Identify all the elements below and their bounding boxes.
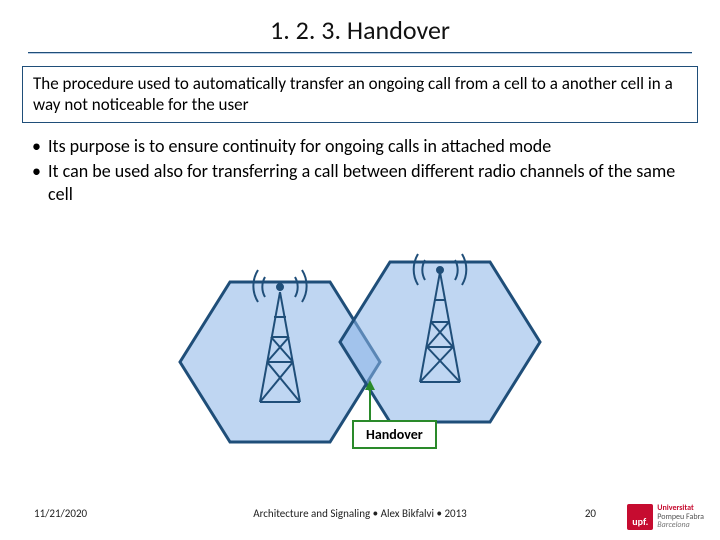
handover-label: Handover (352, 420, 437, 449)
logo-badge: upf. (627, 504, 653, 530)
definition-box: The procedure used to automatically tran… (22, 66, 698, 123)
list-item: • It can be used also for transferring a… (28, 160, 692, 207)
slide-title: 1. 2. 3. Handover (0, 0, 720, 46)
bullet-icon: • (28, 135, 48, 158)
footer-date: 11/21/2020 (34, 507, 87, 520)
footer-credits: Architecture and Signaling • Alex Bikfal… (0, 507, 720, 520)
logo-line: Barcelona (657, 521, 704, 529)
footer: 11/21/2020 Architecture and Signaling • … (0, 500, 720, 526)
upf-logo: upf. Universitat Pompeu Fabra Barcelona (627, 504, 704, 530)
list-item: • Its purpose is to ensure continuity fo… (28, 135, 692, 158)
bullet-list: • Its purpose is to ensure continuity fo… (28, 135, 692, 207)
bullet-text: Its purpose is to ensure continuity for … (48, 135, 692, 158)
page-number: 20 (585, 507, 596, 520)
bullet-icon: • (28, 160, 48, 207)
title-underline (28, 52, 692, 54)
slide: 1. 2. 3. Handover The procedure used to … (0, 0, 720, 540)
bullet-text: It can be used also for transferring a c… (48, 160, 692, 207)
logo-text: Universitat Pompeu Fabra Barcelona (657, 504, 704, 529)
